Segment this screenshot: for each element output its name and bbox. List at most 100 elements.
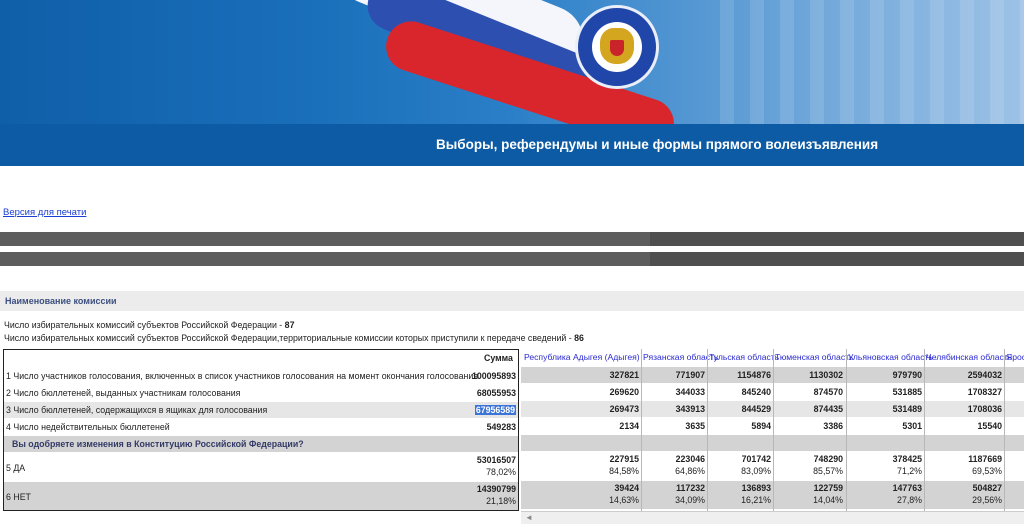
scroll-left-icon[interactable]: ◄	[525, 513, 533, 522]
region-no-pct: 27,8%	[897, 495, 922, 505]
row-label: 4 Число недействительных бюллетеней	[6, 422, 170, 432]
region-yes-pct: 85,57%	[813, 466, 843, 476]
gray-band-2	[0, 252, 650, 266]
table-row: 3 Число бюллетеней, содержащихся в ящика…	[4, 402, 518, 418]
region-value: 844529	[741, 404, 771, 414]
table-header-row: Сумма	[4, 350, 518, 366]
table-row: 2 Число бюллетеней, выданных участникам …	[4, 385, 518, 401]
region-header[interactable]: Тюменская область	[775, 352, 854, 362]
region-no-pct: 34,09%	[675, 495, 705, 505]
row-sum: 68055953	[476, 388, 516, 398]
region-no-pct: 16,21%	[741, 495, 771, 505]
count-value: 87	[284, 320, 295, 330]
region-no-pct: 14,04%	[813, 495, 843, 505]
region-no: 122759	[813, 483, 843, 493]
no-pct: 21,18%	[486, 496, 516, 506]
region-yes: 1187669	[968, 454, 1002, 464]
table-row: 4 Число недействительных бюллетеней 5492…	[4, 419, 518, 435]
region-value: 874435	[813, 404, 843, 414]
region-value: 874570	[813, 387, 843, 397]
region-yes-pct: 64,86%	[675, 466, 705, 476]
region-value: 327821	[609, 370, 639, 380]
region-value: 343913	[675, 404, 705, 414]
active-value: 86	[574, 333, 584, 343]
summary-table: Сумма 1 Число участников голосования, вк…	[3, 349, 519, 511]
region-value: 269620	[609, 387, 639, 397]
region-value: 15540	[977, 421, 1002, 431]
cec-emblem-icon	[575, 5, 659, 89]
region-yes: 701742	[741, 454, 771, 464]
region-header[interactable]: Челябинская область	[926, 352, 1012, 362]
region-yes: 378425	[892, 454, 922, 464]
region-no: 147763	[892, 483, 922, 493]
region-value: 1708327	[967, 387, 1002, 397]
horizontal-scrollbar[interactable]: ◄	[521, 511, 1024, 524]
region-value: 5894	[751, 421, 771, 431]
region-value: 531885	[892, 387, 922, 397]
region-value: 5301	[902, 421, 922, 431]
row-label: 1 Число участников голосования, включенн…	[6, 371, 479, 381]
row-sum: 549283	[486, 422, 516, 432]
count-text: Число избирательных комиссий субъектов Р…	[4, 320, 285, 330]
region-value: 1130302	[809, 370, 843, 380]
region-header[interactable]: Республика Адыгея (Адыгея)	[524, 352, 640, 362]
no-row: 6 НЕТ 14390799 21,18%	[4, 482, 518, 510]
region-no: 117232	[676, 483, 705, 493]
region-value: 3635	[685, 421, 705, 431]
gray-band-1	[0, 232, 650, 246]
header-banner	[0, 0, 1024, 124]
yes-pct: 78,02%	[486, 467, 516, 477]
commission-label: Наименование комиссии	[5, 296, 117, 306]
active-text: Число избирательных комиссий субъектов Р…	[4, 333, 575, 343]
commission-active-line: Число избирательных комиссий субъектов Р…	[4, 333, 584, 343]
regions-table: Республика Адыгея (Адыгея) 327821 269620…	[521, 349, 1024, 511]
region-yes-pct: 84,58%	[609, 466, 639, 476]
row-label: 3 Число бюллетеней, содержащихся в ящика…	[6, 405, 268, 415]
row-sum: 100095893	[471, 371, 516, 381]
region-value: 979790	[892, 370, 922, 380]
print-version-link[interactable]: Версия для печати	[3, 207, 86, 218]
region-yes-pct: 83,09%	[741, 466, 771, 476]
region-value: 1154876	[737, 370, 771, 380]
region-yes: 223046	[675, 454, 705, 464]
yes-label: 5 ДА	[6, 463, 26, 473]
no-sum: 14390799	[476, 484, 516, 494]
question-row: Вы одобряете изменения в Конституцию Рос…	[4, 436, 518, 452]
region-no-pct: 29,56%	[972, 495, 1002, 505]
region-no: 39424	[614, 483, 639, 493]
region-value: 269473	[609, 404, 639, 414]
region-value: 2134	[619, 421, 639, 431]
region-yes: 748290	[813, 454, 843, 464]
row-label: 2 Число бюллетеней, выданных участникам …	[6, 388, 241, 398]
city-background	[720, 0, 1024, 124]
yes-sum: 53016507	[476, 455, 516, 465]
region-value: 531489	[892, 404, 922, 414]
gray-band-2b	[650, 252, 1024, 266]
question-text: Вы одобряете изменения в Конституцию Рос…	[12, 439, 304, 449]
yes-row: 5 ДА 53016507 78,02%	[4, 453, 518, 481]
title-bar: Выборы, референдумы и иные формы прямого…	[0, 124, 1024, 166]
page-title: Выборы, референдумы и иные формы прямого…	[436, 137, 879, 152]
row-sum-selected[interactable]: 67956589	[474, 405, 516, 415]
region-value: 2594032	[967, 370, 1002, 380]
region-header[interactable]: Ульяновская область	[848, 352, 933, 362]
region-no-pct: 14,63%	[609, 495, 639, 505]
region-no: 504827	[972, 483, 1002, 493]
region-header[interactable]: Яросл	[1006, 352, 1024, 362]
region-value: 1708036	[967, 404, 1002, 414]
region-no: 136893	[741, 483, 771, 493]
region-value: 344033	[675, 387, 705, 397]
region-value: 3386	[823, 421, 843, 431]
commission-count-line: Число избирательных комиссий субъектов Р…	[4, 320, 294, 330]
table-row: 1 Число участников голосования, включенн…	[4, 368, 518, 384]
region-yes-pct: 69,53%	[972, 466, 1002, 476]
gray-band-1b	[650, 232, 1024, 246]
region-value: 845240	[741, 387, 771, 397]
region-yes-pct: 71,2%	[897, 466, 922, 476]
sum-header: Сумма	[484, 353, 513, 363]
no-label: 6 НЕТ	[6, 492, 31, 502]
region-header[interactable]: Тульская область	[709, 352, 779, 362]
region-value: 771907	[675, 370, 705, 380]
commission-name-header: Наименование комиссии	[0, 291, 1024, 311]
region-yes: 227915	[609, 454, 639, 464]
